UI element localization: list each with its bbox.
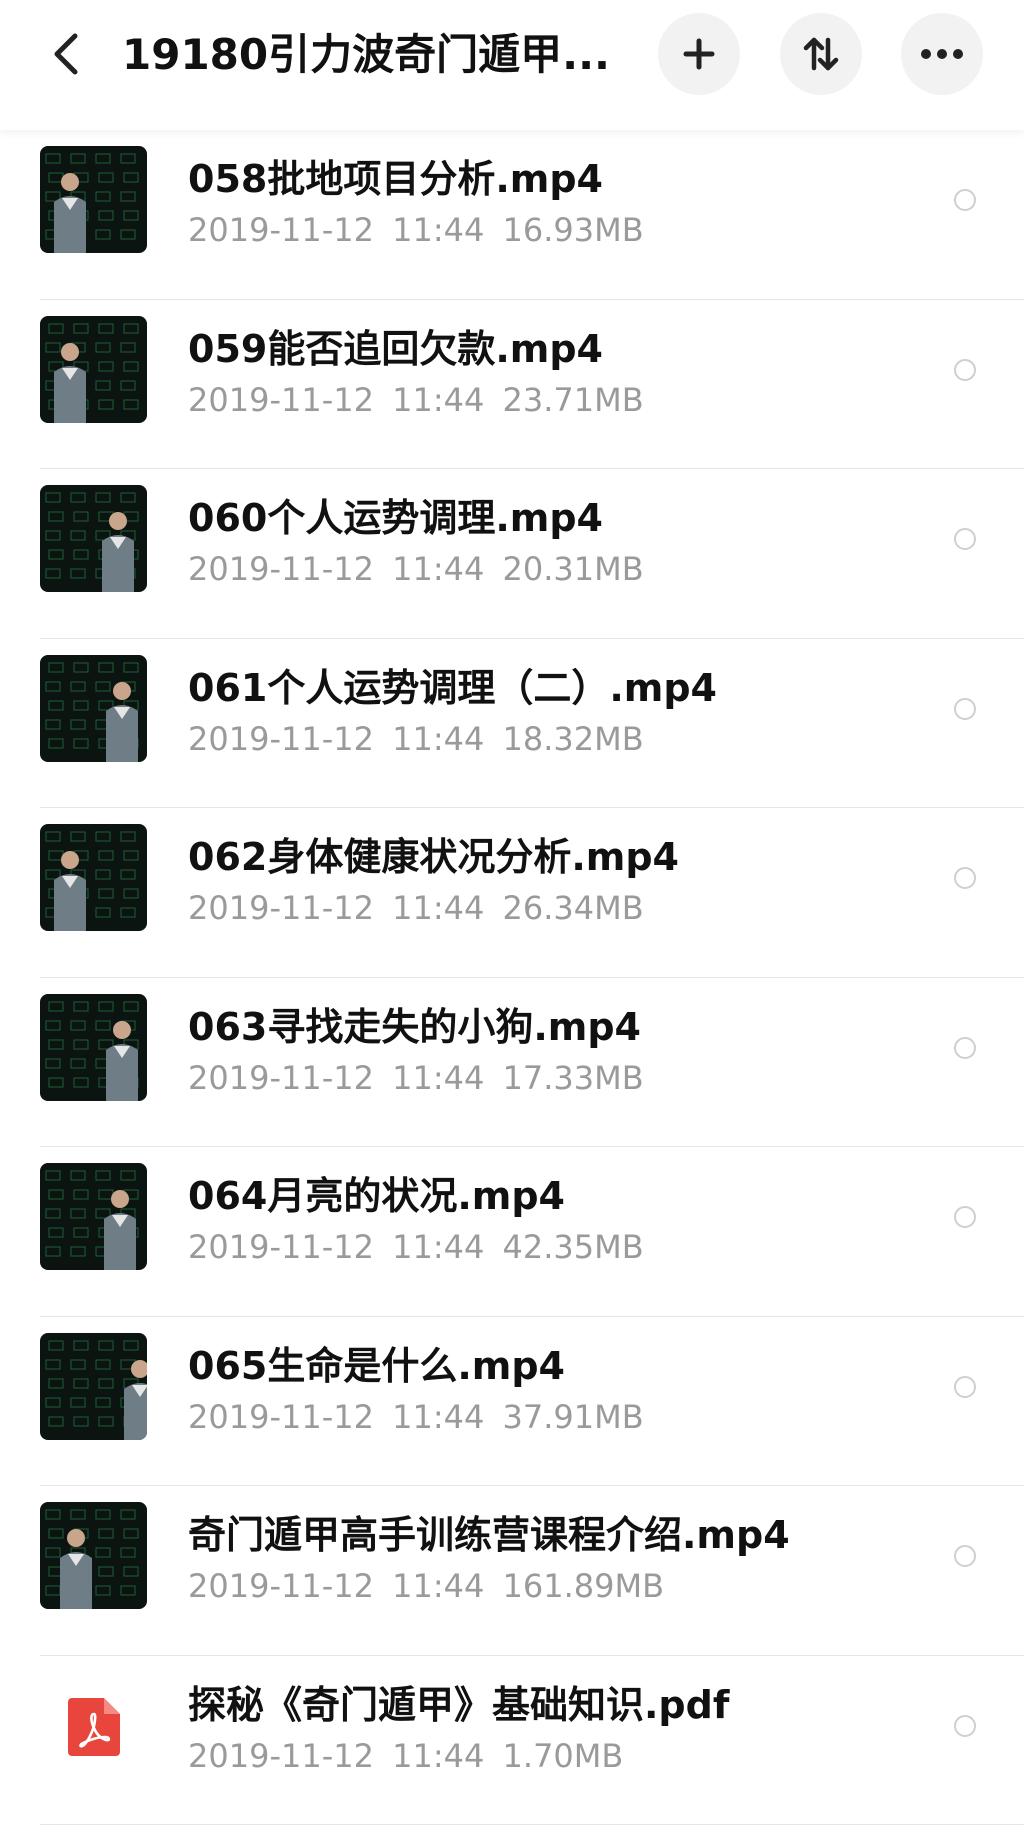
file-date: 2019-11-12 bbox=[188, 381, 374, 419]
file-time: 11:44 bbox=[392, 889, 484, 927]
file-list: 058批地项目分析.mp4 2019-11-12 11:44 16.93MB 059… bbox=[0, 130, 1024, 1825]
file-size: 20.31MB bbox=[503, 550, 644, 588]
file-size: 42.35MB bbox=[503, 1228, 644, 1266]
file-time: 11:44 bbox=[392, 211, 484, 249]
pdf-icon bbox=[68, 1698, 120, 1756]
select-radio[interactable] bbox=[954, 1376, 976, 1398]
select-radio[interactable] bbox=[954, 189, 976, 211]
file-size: 37.91MB bbox=[503, 1398, 644, 1436]
file-meta: 2019-11-12 11:44 37.91MB bbox=[188, 1397, 644, 1437]
file-time: 11:44 bbox=[392, 720, 484, 758]
video-thumbnail bbox=[40, 655, 147, 762]
more-dots-icon bbox=[920, 48, 964, 60]
file-name: 062身体健康状况分析.mp4 bbox=[188, 834, 679, 880]
file-name: 060个人运势调理.mp4 bbox=[188, 495, 603, 541]
video-thumbnail bbox=[40, 1163, 147, 1270]
file-size: 18.32MB bbox=[503, 720, 644, 758]
file-meta: 2019-11-12 11:44 20.31MB bbox=[188, 549, 644, 589]
plus-icon bbox=[682, 37, 716, 71]
file-meta: 2019-11-12 11:44 26.34MB bbox=[188, 888, 644, 928]
file-name: 065生命是什么.mp4 bbox=[188, 1343, 565, 1389]
file-meta: 2019-11-12 11:44 17.33MB bbox=[188, 1058, 644, 1098]
file-list-item[interactable]: 058批地项目分析.mp4 2019-11-12 11:44 16.93MB bbox=[0, 130, 1024, 300]
file-time: 11:44 bbox=[392, 1737, 484, 1775]
file-date: 2019-11-12 bbox=[188, 1228, 374, 1266]
file-date: 2019-11-12 bbox=[188, 720, 374, 758]
file-list-item[interactable]: 063寻找走失的小狗.mp4 2019-11-12 11:44 17.33MB bbox=[0, 978, 1024, 1148]
select-radio[interactable] bbox=[954, 1545, 976, 1567]
chevron-left-icon bbox=[51, 32, 81, 76]
file-name: 059能否追回欠款.mp4 bbox=[188, 326, 603, 372]
file-date: 2019-11-12 bbox=[188, 211, 374, 249]
sort-arrows-icon bbox=[801, 34, 841, 74]
file-list-item[interactable]: 探秘《奇门遁甲》基础知识.pdf 2019-11-12 11:44 1.70MB bbox=[0, 1656, 1024, 1825]
add-button[interactable] bbox=[658, 13, 740, 95]
file-size: 161.89MB bbox=[503, 1567, 665, 1605]
file-list-item[interactable]: 061个人运势调理（二）.mp4 2019-11-12 11:44 18.32MB bbox=[0, 639, 1024, 809]
file-list-item[interactable]: 065生命是什么.mp4 2019-11-12 11:44 37.91MB bbox=[0, 1317, 1024, 1487]
video-thumbnail bbox=[40, 824, 147, 931]
file-name: 奇门遁甲高手训练营课程介绍.mp4 bbox=[188, 1512, 790, 1558]
file-time: 11:44 bbox=[392, 1228, 484, 1266]
folder-title: 19180引力波奇门遁甲... bbox=[122, 26, 612, 84]
file-size: 23.71MB bbox=[503, 381, 644, 419]
file-name: 061个人运势调理（二）.mp4 bbox=[188, 665, 717, 711]
video-thumbnail bbox=[40, 316, 147, 423]
video-thumbnail bbox=[40, 994, 147, 1101]
file-list-item[interactable]: 059能否追回欠款.mp4 2019-11-12 11:44 23.71MB bbox=[0, 300, 1024, 470]
file-time: 11:44 bbox=[392, 381, 484, 419]
file-date: 2019-11-12 bbox=[188, 1398, 374, 1436]
top-bar: 19180引力波奇门遁甲... bbox=[0, 0, 1024, 130]
file-name: 探秘《奇门遁甲》基础知识.pdf bbox=[188, 1682, 729, 1728]
select-radio[interactable] bbox=[954, 528, 976, 550]
file-time: 11:44 bbox=[392, 550, 484, 588]
more-options-button[interactable] bbox=[901, 13, 983, 95]
file-time: 11:44 bbox=[392, 1567, 484, 1605]
file-date: 2019-11-12 bbox=[188, 550, 374, 588]
file-meta: 2019-11-12 11:44 42.35MB bbox=[188, 1227, 644, 1267]
file-meta: 2019-11-12 11:44 161.89MB bbox=[188, 1566, 664, 1606]
select-radio[interactable] bbox=[954, 1037, 976, 1059]
file-meta: 2019-11-12 11:44 16.93MB bbox=[188, 210, 644, 250]
file-meta: 2019-11-12 11:44 18.32MB bbox=[188, 719, 644, 759]
select-radio[interactable] bbox=[954, 359, 976, 381]
file-meta: 2019-11-12 11:44 23.71MB bbox=[188, 380, 644, 420]
file-name: 064月亮的状况.mp4 bbox=[188, 1173, 565, 1219]
file-name: 063寻找走失的小狗.mp4 bbox=[188, 1004, 641, 1050]
file-date: 2019-11-12 bbox=[188, 889, 374, 927]
file-date: 2019-11-12 bbox=[188, 1059, 374, 1097]
select-radio[interactable] bbox=[954, 867, 976, 889]
file-list-item[interactable]: 062身体健康状况分析.mp4 2019-11-12 11:44 26.34MB bbox=[0, 808, 1024, 978]
file-time: 11:44 bbox=[392, 1059, 484, 1097]
video-thumbnail bbox=[40, 1502, 147, 1609]
file-date: 2019-11-12 bbox=[188, 1737, 374, 1775]
select-radio[interactable] bbox=[954, 1715, 976, 1737]
file-size: 16.93MB bbox=[503, 211, 644, 249]
sort-button[interactable] bbox=[780, 13, 862, 95]
file-size: 17.33MB bbox=[503, 1059, 644, 1097]
file-list-item[interactable]: 060个人运势调理.mp4 2019-11-12 11:44 20.31MB bbox=[0, 469, 1024, 639]
file-size: 1.70MB bbox=[503, 1737, 624, 1775]
file-name: 058批地项目分析.mp4 bbox=[188, 156, 603, 202]
back-button[interactable] bbox=[44, 28, 88, 80]
file-list-item[interactable]: 奇门遁甲高手训练营课程介绍.mp4 2019-11-12 11:44 161.89… bbox=[0, 1486, 1024, 1656]
file-time: 11:44 bbox=[392, 1398, 484, 1436]
file-list-item[interactable]: 064月亮的状况.mp4 2019-11-12 11:44 42.35MB bbox=[0, 1147, 1024, 1317]
video-thumbnail bbox=[40, 146, 147, 253]
video-thumbnail bbox=[40, 1333, 147, 1440]
video-thumbnail bbox=[40, 485, 147, 592]
file-date: 2019-11-12 bbox=[188, 1567, 374, 1605]
file-size: 26.34MB bbox=[503, 889, 644, 927]
select-radio[interactable] bbox=[954, 698, 976, 720]
file-meta: 2019-11-12 11:44 1.70MB bbox=[188, 1736, 623, 1776]
select-radio[interactable] bbox=[954, 1206, 976, 1228]
